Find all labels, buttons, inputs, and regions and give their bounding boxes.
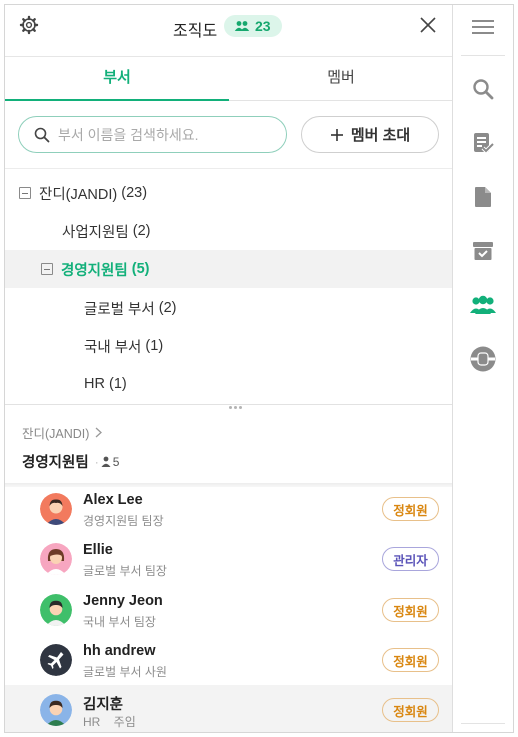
tree-node-label: 잔디(JANDI) <box>39 186 118 203</box>
member-level-badge: 정회원 <box>382 698 439 722</box>
member-name: Alex Lee <box>83 492 143 508</box>
member-level-badge: 정회원 <box>382 497 439 521</box>
member-row[interactable]: Jenny Jeon 국내 부서 팀장 정회원 <box>5 585 452 635</box>
tree-node-business-support[interactable]: 사업지원팀 (2) <box>5 212 452 250</box>
member-row[interactable]: Ellie 글로벌 부서 팀장 관리자 <box>5 534 452 584</box>
org-chart-button[interactable] <box>470 292 496 318</box>
org-chart-window: 조직도 23 부서 멤버 부서 이름을 검색하세요. 멤버 초대 잔디(JAND… <box>4 4 514 733</box>
integration-button[interactable] <box>470 346 496 372</box>
tree-node-global[interactable]: 글로벌 부서 (2) <box>5 289 452 327</box>
tree-node-management-support[interactable]: 경영지원팀 (5) <box>5 250 452 288</box>
avatar <box>40 644 72 676</box>
department-tree: 잔디(JANDI) (23) 사업지원팀 (2) 경영지원팀 (5) 글로벌 부… <box>5 168 452 405</box>
invite-member-button[interactable]: 멤버 초대 <box>301 116 439 153</box>
person-icon <box>101 456 111 467</box>
department-title: 경영지원팀 · 5 <box>22 451 119 472</box>
tab-members[interactable]: 멤버 <box>229 57 452 100</box>
department-member-count: · 5 <box>94 454 120 469</box>
tree-node-label: 사업지원팀 <box>62 224 129 241</box>
search-icon <box>473 79 494 100</box>
menu-button[interactable] <box>470 14 496 40</box>
member-role: 국내 부서 팀장 <box>83 615 156 629</box>
archive-icon <box>473 242 493 260</box>
member-name: hh andrew <box>83 643 156 659</box>
member-level-badge: 정회원 <box>382 598 439 622</box>
view-tabs: 부서 멤버 <box>5 57 452 101</box>
close-icon[interactable] <box>417 14 439 36</box>
member-role: 글로벌 부서 사원 <box>83 665 167 679</box>
search-button[interactable] <box>470 76 496 102</box>
collapse-icon[interactable] <box>41 263 53 275</box>
chevron-right-icon <box>96 427 103 438</box>
member-row[interactable]: Alex Lee 경영지원팀 팀장 정회원 <box>5 484 452 534</box>
member-name: Ellie <box>83 542 113 558</box>
integration-icon <box>470 346 496 372</box>
invite-label: 멤버 초대 <box>350 127 411 144</box>
tree-node-count: (1) <box>145 338 164 354</box>
menu-icon <box>472 20 494 34</box>
search-icon <box>34 127 50 142</box>
plus-icon <box>330 128 343 141</box>
member-role: HR 주임 <box>83 715 136 729</box>
tree-node-count: (2) <box>158 300 177 316</box>
department-search-field[interactable] <box>18 116 287 153</box>
tree-node-domestic[interactable]: 국내 부서 (1) <box>5 327 452 365</box>
member-count-value: 5 <box>112 454 120 469</box>
rail-divider <box>461 55 505 56</box>
tab-departments[interactable]: 부서 <box>5 57 229 101</box>
tree-node-label: 경영지원팀 <box>61 262 128 279</box>
avatar <box>40 493 72 525</box>
org-chart-panel: 조직도 23 부서 멤버 부서 이름을 검색하세요. 멤버 초대 잔디(JAND… <box>5 5 453 732</box>
tree-node-count: (23) <box>121 185 148 201</box>
breadcrumb-parent[interactable]: 잔디(JANDI) <box>22 423 89 442</box>
department-name: 경영지원팀 <box>22 455 89 471</box>
people-icon <box>234 21 250 31</box>
tree-node-label: HR <box>84 376 105 392</box>
member-level-badge: 정회원 <box>382 648 439 672</box>
file-icon <box>475 187 491 207</box>
member-count-badge: 23 <box>224 15 282 37</box>
resize-handle[interactable] <box>229 406 245 412</box>
todo-icon <box>474 133 494 154</box>
org-chart-icon <box>470 295 496 314</box>
tree-node-count: (2) <box>132 223 151 239</box>
page-title: 조직도 <box>173 23 218 40</box>
search-input[interactable] <box>58 126 278 143</box>
todo-button[interactable] <box>470 130 496 156</box>
member-level-badge: 관리자 <box>382 547 439 571</box>
member-role: 글로벌 부서 팀장 <box>83 564 167 578</box>
rail-divider <box>461 723 505 724</box>
tree-node-count: (5) <box>131 261 150 277</box>
member-name: 김지훈 <box>83 697 124 713</box>
archive-button[interactable] <box>470 238 496 264</box>
member-row[interactable]: 김지훈 HR 주임 정회원 <box>5 685 452 732</box>
right-sidebar <box>453 5 513 732</box>
tree-node-label: 국내 부서 <box>84 339 142 356</box>
tree-node-label: 글로벌 부서 <box>84 301 155 318</box>
airplane-icon <box>40 644 72 676</box>
tree-node-hr[interactable]: HR (1) <box>5 365 452 403</box>
gear-icon[interactable] <box>19 15 39 35</box>
panel-header: 조직도 23 <box>5 5 452 57</box>
collapse-icon[interactable] <box>19 187 31 199</box>
avatar <box>40 594 72 626</box>
tree-node-jandi[interactable]: 잔디(JANDI) (23) <box>5 174 452 212</box>
files-button[interactable] <box>470 184 496 210</box>
member-count: 23 <box>255 18 271 34</box>
tree-node-count: (1) <box>108 376 127 392</box>
avatar <box>40 694 72 726</box>
member-name: Jenny Jeon <box>83 593 163 609</box>
breadcrumb[interactable]: 잔디(JANDI) <box>22 423 103 442</box>
avatar <box>40 543 72 575</box>
panel-divider <box>5 404 452 405</box>
member-row[interactable]: hh andrew 글로벌 부서 사원 정회원 <box>5 635 452 685</box>
member-role: 경영지원팀 팀장 <box>83 514 164 528</box>
